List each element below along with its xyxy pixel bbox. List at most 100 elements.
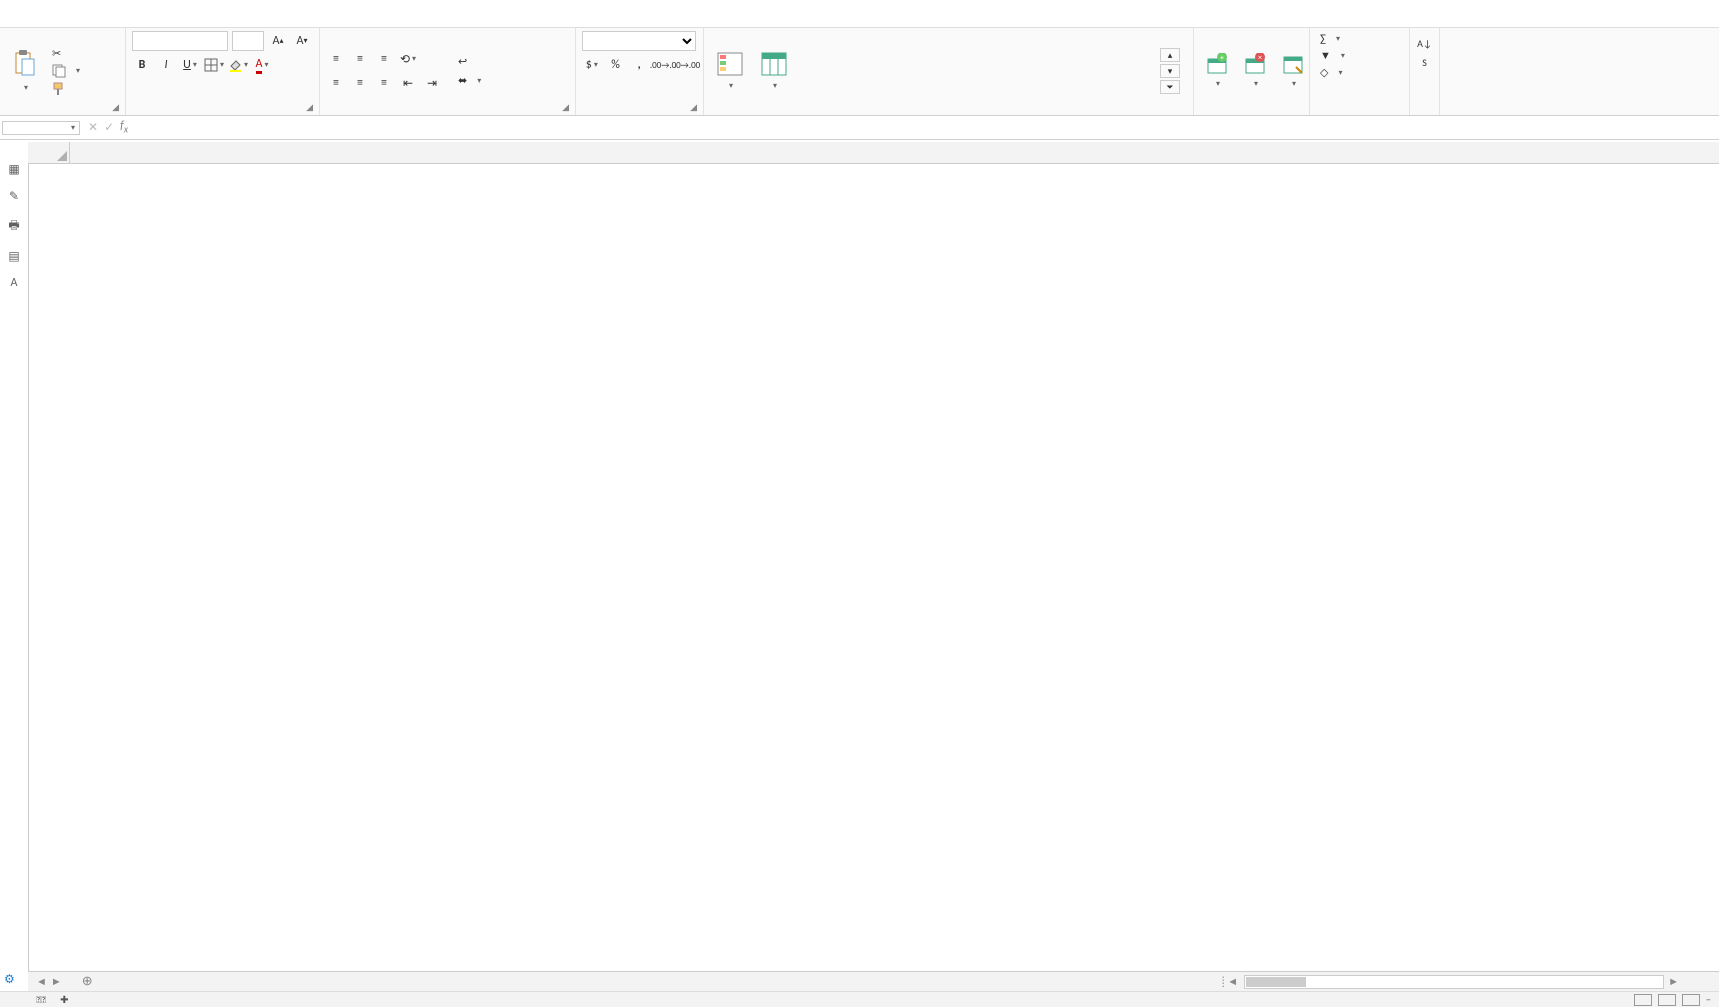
select-all-corner[interactable] — [28, 142, 70, 163]
gear-icon[interactable]: ⚙ — [4, 972, 15, 987]
increase-indent-button[interactable]: ⇥ — [422, 73, 442, 93]
dialog-launcher-icon[interactable]: ◢ — [306, 102, 313, 113]
view-pagelayout-button[interactable] — [1658, 994, 1676, 1006]
comma-button[interactable]: , — [629, 55, 649, 75]
decrease-font-button[interactable]: A▾ — [292, 31, 312, 51]
align-left-button[interactable]: ≡ — [326, 73, 346, 93]
paste-icon — [12, 49, 38, 79]
copy-icon — [52, 64, 66, 78]
chevron-down-icon: ▾ — [729, 81, 733, 91]
left-toolstrip: ▦ ✎ 🖶 ▤ A — [0, 142, 28, 290]
column-headers[interactable] — [28, 142, 1719, 164]
formula-input[interactable] — [134, 116, 1719, 139]
format-painter-button[interactable] — [48, 81, 84, 97]
cut-button[interactable]: ✂ — [48, 46, 84, 61]
delete-icon: × — [1244, 53, 1266, 75]
styles-more[interactable]: ⏷ — [1160, 80, 1180, 94]
group-editing: ∑▾ ▼▾ ◇▾ — [1310, 28, 1410, 115]
align-top-button[interactable]: ≡ — [326, 49, 346, 69]
fill-color-button[interactable]: ▾ — [228, 55, 248, 75]
decrease-decimal-button[interactable]: .0→.00 — [677, 55, 697, 75]
group-label-editing — [1316, 111, 1403, 115]
worksheet-grid[interactable] — [28, 142, 1719, 975]
align-center-button[interactable]: ≡ — [350, 73, 370, 93]
sort-filter-icon[interactable]: A↓ — [1417, 37, 1432, 50]
format-as-table-button[interactable]: ▾ — [754, 49, 794, 93]
new-sheet-button[interactable]: ⊕ — [70, 972, 105, 991]
dialog-launcher-icon[interactable]: ◢ — [112, 102, 119, 113]
chevron-down-icon: ▾ — [76, 66, 80, 76]
delete-cells-button[interactable]: ×▾ — [1238, 51, 1272, 91]
insert-icon: + — [1206, 53, 1228, 75]
group-alignment: ≡ ≡ ≡ ⟲▾ ≡ ≡ ≡ ⇤ ⇥ ↩ ⬌▾ ◢ — [320, 28, 576, 115]
horizontal-scrollbar[interactable]: ⁞ ◄ ► — [104, 975, 1719, 989]
number-format-select[interactable] — [582, 31, 696, 51]
chevron-down-icon: ▾ — [71, 123, 75, 133]
scissors-icon: ✂ — [52, 47, 61, 60]
wrap-text-button[interactable]: ↩ — [454, 54, 485, 69]
fill-button[interactable]: ▼▾ — [1316, 48, 1403, 63]
fx-icon[interactable]: fx — [120, 119, 128, 135]
italic-button[interactable]: I — [156, 55, 176, 75]
group-label-number: ◢ — [582, 111, 697, 115]
merge-icon: ⬌ — [458, 74, 467, 87]
sigma-icon: ∑ — [1320, 32, 1326, 45]
enter-icon[interactable]: ✓ — [104, 120, 114, 135]
format-cells-button[interactable]: ▾ — [1276, 51, 1310, 91]
dialog-launcher-icon[interactable]: ◢ — [562, 102, 569, 113]
format-icon — [1282, 53, 1304, 75]
align-right-button[interactable]: ≡ — [374, 73, 394, 93]
name-box[interactable]: ▾ — [2, 121, 80, 135]
copy-button[interactable]: ▾ — [48, 63, 84, 79]
view-pagebreak-button[interactable] — [1682, 994, 1700, 1006]
svg-text:+: + — [1220, 53, 1224, 63]
status-record-icon[interactable]: �⃞ — [36, 993, 46, 1006]
autosum-button[interactable]: ∑▾ — [1316, 31, 1403, 46]
group-number: $▾ % , .00→.0 .0→.00 ◢ — [576, 28, 704, 115]
bold-button[interactable]: B — [132, 55, 152, 75]
font-size-input[interactable] — [232, 31, 264, 51]
underline-button[interactable]: U▾ — [180, 55, 200, 75]
group-label-font: ◢ — [132, 111, 313, 115]
group-clipboard: ▾ ✂ ▾ ◢ — [0, 28, 126, 115]
chevron-down-icon: ▾ — [24, 83, 28, 93]
view-normal-button[interactable] — [1634, 994, 1652, 1006]
wrap-icon: ↩ — [458, 55, 467, 68]
sheet-nav-next[interactable]: ► — [51, 975, 62, 988]
insert-cells-button[interactable]: +▾ — [1200, 51, 1234, 91]
font-color-button[interactable]: A▾ — [252, 55, 272, 75]
merge-center-button[interactable]: ⬌▾ — [454, 73, 485, 88]
strip-icon-4[interactable]: ▤ — [8, 249, 19, 264]
align-bottom-button[interactable]: ≡ — [374, 49, 394, 69]
orientation-button[interactable]: ⟲▾ — [398, 49, 418, 69]
align-middle-button[interactable]: ≡ — [350, 49, 370, 69]
sheet-nav-prev[interactable]: ◄ — [36, 975, 47, 988]
font-name-input[interactable] — [132, 31, 228, 51]
dialog-launcher-icon[interactable]: ◢ — [690, 102, 697, 113]
increase-decimal-button[interactable]: .00→.0 — [653, 55, 673, 75]
status-bar: �⃞ ✚ − — [0, 991, 1719, 1007]
styles-scroll-up[interactable]: ▴ — [1160, 48, 1180, 62]
svg-text:×: × — [1258, 53, 1262, 63]
strip-icon-5[interactable]: A — [11, 276, 18, 290]
cancel-icon[interactable]: ✕ — [88, 120, 98, 135]
border-button[interactable]: ▾ — [204, 55, 224, 75]
strip-icon-3[interactable]: 🖶 — [8, 216, 19, 237]
group-cells: +▾ ×▾ ▾ — [1194, 28, 1310, 115]
paste-button[interactable]: ▾ — [6, 47, 44, 95]
accounting-format-button[interactable]: $▾ — [582, 55, 602, 75]
brush-icon — [52, 82, 66, 96]
row-headers[interactable] — [28, 164, 29, 975]
increase-font-button[interactable]: A▴ — [268, 31, 288, 51]
conditional-formatting-button[interactable]: ▾ — [710, 49, 750, 93]
ribbon: ▾ ✂ ▾ ◢ A▴ A▾ B I U▾ ▾ ▾ — [0, 28, 1719, 116]
percent-button[interactable]: % — [606, 55, 626, 75]
decrease-indent-button[interactable]: ⇤ — [398, 73, 418, 93]
strip-icon-2[interactable]: ✎ — [9, 189, 19, 204]
status-accessibility[interactable]: ✚ — [60, 993, 68, 1006]
clear-button[interactable]: ◇▾ — [1316, 65, 1403, 80]
zoom-out-button[interactable]: − — [1706, 993, 1711, 1006]
styles-scroll-down[interactable]: ▾ — [1160, 64, 1180, 78]
find-select-icon[interactable]: S — [1422, 56, 1427, 69]
strip-icon-1[interactable]: ▦ — [8, 162, 19, 177]
